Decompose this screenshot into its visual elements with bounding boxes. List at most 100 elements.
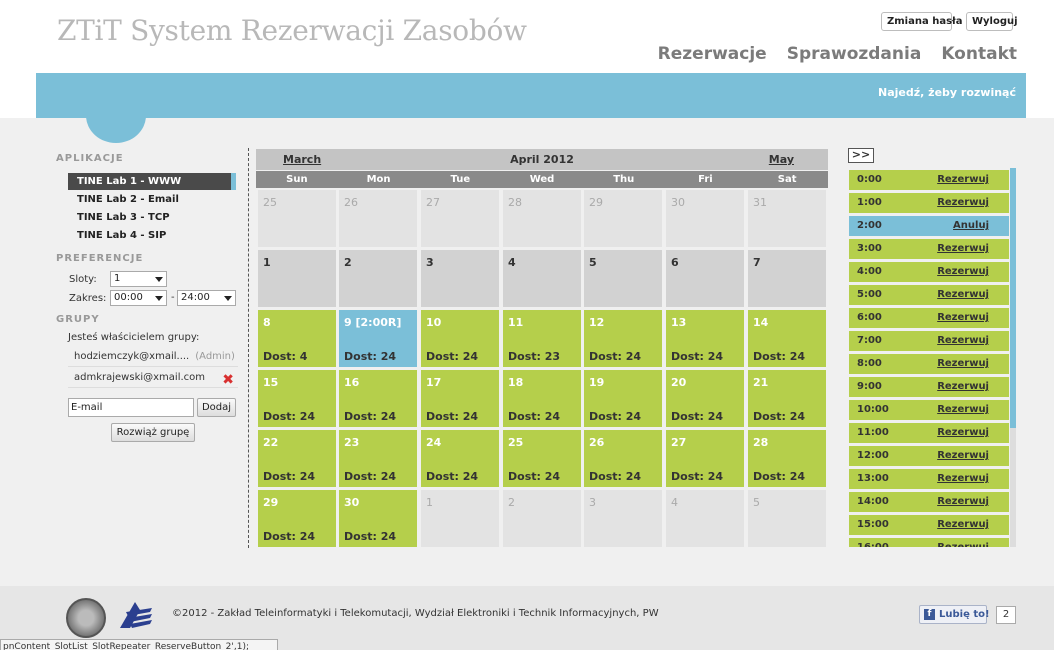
calendar-day[interactable]: 15 Dost: 24 <box>258 370 336 427</box>
institute-logo <box>120 602 152 628</box>
day-availability: Dost: 24 <box>753 470 806 483</box>
day-availability: Dost: 24 <box>753 350 806 363</box>
day-number: 6 <box>671 256 679 269</box>
calendar-day[interactable]: 22 Dost: 24 <box>258 430 336 487</box>
calendar-day[interactable]: 10 Dost: 24 <box>421 310 499 367</box>
day-number: 17 <box>426 376 442 389</box>
day-availability: Dost: 24 <box>344 350 397 363</box>
weekday-label: Mon <box>366 174 391 185</box>
cancel-slot-link[interactable]: Anuluj <box>953 216 989 236</box>
calendar-day: 1 <box>421 490 499 547</box>
groups-heading: GRUPY <box>56 314 100 325</box>
calendar-day[interactable]: 9 [2:00R] Dost: 24 <box>339 310 417 367</box>
reserve-slot-link[interactable]: Rezerwuj <box>937 308 989 328</box>
slot-time: 4:00 <box>857 266 882 277</box>
calendar-day: 30 <box>666 190 744 247</box>
reserve-slot-link[interactable]: Rezerwuj <box>937 538 989 547</box>
day-availability: Dost: 24 <box>263 410 316 423</box>
toggle-slots-button[interactable]: >> <box>848 148 874 163</box>
calendar-day[interactable]: 8 Dost: 4 <box>258 310 336 367</box>
calendar-day[interactable]: 14 Dost: 24 <box>748 310 826 367</box>
reserve-slot-link[interactable]: Rezerwuj <box>937 377 989 397</box>
calendar-day[interactable]: 12 Dost: 24 <box>584 310 662 367</box>
slot-list-scrollbar[interactable] <box>1010 168 1016 547</box>
weekday-label: Tue <box>450 174 471 185</box>
slot-row: 3:00 Rezerwuj <box>849 239 1009 259</box>
next-month-link[interactable]: May <box>769 153 794 166</box>
app-item-lab1[interactable]: TINE Lab 1 - WWW <box>68 173 236 190</box>
group-owner-text: Jesteś właścicielem grupy: <box>68 332 200 343</box>
reserve-slot-link[interactable]: Rezerwuj <box>937 331 989 351</box>
slot-time: 8:00 <box>857 358 882 369</box>
day-number: 3 <box>426 256 434 269</box>
add-member-button[interactable]: Dodaj <box>197 398 236 417</box>
calendar-day[interactable]: 18 Dost: 24 <box>503 370 581 427</box>
logout-button[interactable]: Wyloguj <box>966 12 1018 31</box>
calendar-day[interactable]: 11 Dost: 23 <box>503 310 581 367</box>
reserve-slot-link[interactable]: Rezerwuj <box>937 354 989 374</box>
calendar-day[interactable]: 17 Dost: 24 <box>421 370 499 427</box>
chevron-down-icon <box>155 277 163 282</box>
nav-reservations[interactable]: Rezerwacje <box>658 44 767 64</box>
reserve-slot-link[interactable]: Rezerwuj <box>937 262 989 282</box>
day-availability: Dost: 24 <box>671 350 724 363</box>
calendar-day[interactable]: 24 Dost: 24 <box>421 430 499 487</box>
calendar-day[interactable]: 16 Dost: 24 <box>339 370 417 427</box>
calendar-day[interactable]: 25 Dost: 24 <box>503 430 581 487</box>
scrollbar-thumb[interactable] <box>1010 168 1016 428</box>
range-label: Zakres: <box>69 293 107 304</box>
calendar-day[interactable]: 23 Dost: 24 <box>339 430 417 487</box>
prefs-heading: PREFERENCJE <box>56 253 144 264</box>
range-to-select[interactable]: 24:00 <box>177 290 236 306</box>
calendar-day[interactable]: 28 Dost: 24 <box>748 430 826 487</box>
browser-status-bar: pnContent_SlotList_SlotRepeater_ReserveB… <box>0 639 278 650</box>
slots-select[interactable]: 1 <box>110 271 167 287</box>
reserve-slot-link[interactable]: Rezerwuj <box>937 400 989 420</box>
nav-reports[interactable]: Sprawozdania <box>787 44 922 64</box>
day-number: 23 <box>344 436 360 449</box>
change-password-button[interactable]: Zmiana hasła <box>881 12 962 31</box>
reserve-slot-link[interactable]: Rezerwuj <box>937 515 989 535</box>
day-number: 4 <box>508 256 516 269</box>
like-count: 2 <box>996 606 1016 624</box>
app-item-lab3[interactable]: TINE Lab 3 - TCP <box>68 209 236 226</box>
day-number: 26 <box>344 196 358 209</box>
day-availability: Dost: 24 <box>426 350 479 363</box>
range-from-select[interactable]: 00:00 <box>110 290 167 306</box>
calendar-day[interactable]: 27 Dost: 24 <box>666 430 744 487</box>
weekday-header: Sun Mon Tue Wed Thu Fri Sat <box>256 171 828 188</box>
calendar-day[interactable]: 29 Dost: 24 <box>258 490 336 547</box>
calendar-day[interactable]: 30 Dost: 24 <box>339 490 417 547</box>
reserve-slot-link[interactable]: Rezerwuj <box>937 193 989 213</box>
weekday-label: Sat <box>777 174 797 185</box>
day-number: 5 <box>589 256 597 269</box>
day-number: 19 <box>589 376 605 389</box>
delete-member-icon[interactable]: ✖ <box>222 370 234 390</box>
calendar-day[interactable]: 13 Dost: 24 <box>666 310 744 367</box>
dissolve-group-button[interactable]: Rozwiąż grupę <box>111 423 195 442</box>
reserve-slot-link[interactable]: Rezerwuj <box>937 285 989 305</box>
day-availability: Dost: 24 <box>344 410 397 423</box>
nav-contact[interactable]: Kontakt <box>941 44 1017 64</box>
reserve-slot-link[interactable]: Rezerwuj <box>937 446 989 466</box>
reserve-slot-link[interactable]: Rezerwuj <box>937 469 989 489</box>
calendar-day[interactable]: 20 Dost: 24 <box>666 370 744 427</box>
facebook-like-button[interactable]: f Lubię to! <box>919 605 990 624</box>
app-item-lab2[interactable]: TINE Lab 2 - Email <box>68 191 236 208</box>
reserve-slot-link[interactable]: Rezerwuj <box>937 170 989 190</box>
day-number: 27 <box>671 436 687 449</box>
calendar-day[interactable]: 26 Dost: 24 <box>584 430 662 487</box>
calendar-day[interactable]: 19 Dost: 24 <box>584 370 662 427</box>
member-role: (Admin) <box>195 351 235 362</box>
expand-band[interactable]: Najedź, żeby rozwinąć <box>36 73 1026 118</box>
reserve-slot-link[interactable]: Rezerwuj <box>937 239 989 259</box>
reserve-slot-link[interactable]: Rezerwuj <box>937 423 989 443</box>
calendar-day[interactable]: 21 Dost: 24 <box>748 370 826 427</box>
slot-time: 0:00 <box>857 174 882 185</box>
email-field[interactable]: E-mail <box>68 398 194 417</box>
slot-row: 5:00 Rezerwuj <box>849 285 1009 305</box>
reserve-slot-link[interactable]: Rezerwuj <box>937 492 989 512</box>
slots-label: Sloty: <box>69 274 97 285</box>
day-availability: Dost: 24 <box>508 410 561 423</box>
app-item-lab4[interactable]: TINE Lab 4 - SIP <box>68 227 236 244</box>
